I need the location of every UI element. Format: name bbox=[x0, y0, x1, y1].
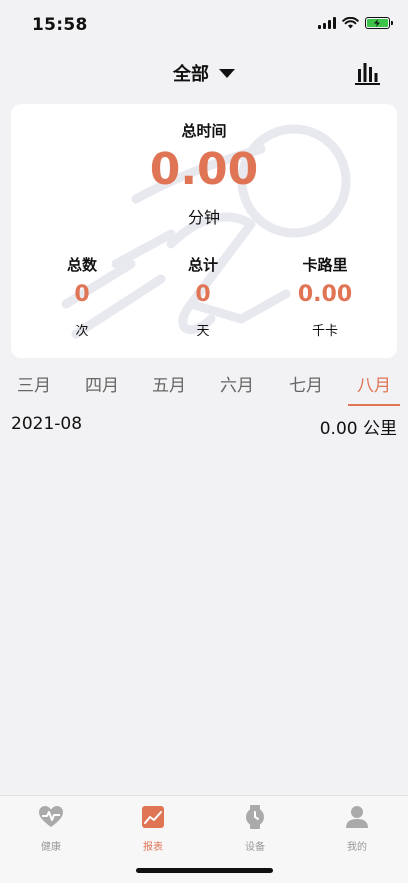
nav-item-profile[interactable]: 我的 bbox=[327, 804, 387, 853]
nav-label: 设备 bbox=[245, 842, 265, 853]
heart-pulse-icon bbox=[39, 806, 63, 827]
stat-unit: 千卡 bbox=[311, 324, 338, 339]
home-indicator bbox=[136, 868, 273, 873]
caret-down-icon bbox=[219, 68, 235, 78]
bar-chart-icon[interactable] bbox=[354, 60, 380, 86]
tab-march[interactable]: 三月 bbox=[6, 372, 62, 406]
stat-unit: 次 bbox=[75, 324, 89, 339]
stat-value: 0 bbox=[195, 282, 211, 307]
total-time-label: 总时间 bbox=[181, 122, 227, 140]
tab-august[interactable]: 八月 bbox=[346, 372, 402, 406]
stat-label: 卡路里 bbox=[302, 256, 348, 274]
record-date: 2021-08 bbox=[11, 414, 83, 434]
status-icons bbox=[318, 17, 393, 29]
cellular-signal-icon bbox=[318, 17, 336, 29]
stat-label: 总计 bbox=[187, 256, 218, 274]
status-time: 15:58 bbox=[32, 15, 88, 35]
tab-may[interactable]: 五月 bbox=[141, 372, 197, 406]
total-time-value: 0.00 bbox=[149, 144, 259, 195]
header: 全部 bbox=[0, 56, 408, 92]
nav-label: 我的 bbox=[347, 842, 367, 853]
filter-label: 全部 bbox=[173, 64, 209, 85]
stat-label: 总数 bbox=[66, 256, 97, 274]
nav-label: 报表 bbox=[143, 842, 163, 853]
stat-unit: 天 bbox=[196, 324, 210, 339]
profile-icon bbox=[346, 806, 368, 828]
tab-april[interactable]: 四月 bbox=[74, 372, 130, 406]
record-distance: 0.00 公里 bbox=[319, 419, 397, 439]
summary-card: 总时间 0.00 分钟 总数 0 次 总计 0 天 卡路里 0.00 千卡 bbox=[11, 104, 397, 358]
tab-june[interactable]: 六月 bbox=[209, 372, 265, 406]
battery-icon bbox=[365, 17, 393, 29]
wifi-icon bbox=[342, 17, 359, 29]
tab-july[interactable]: 七月 bbox=[278, 372, 334, 406]
stat-value: 0.00 bbox=[297, 282, 353, 307]
total-time-unit: 分钟 bbox=[187, 208, 220, 227]
report-chart-icon bbox=[142, 806, 164, 828]
nav-item-device[interactable]: 设备 bbox=[225, 804, 285, 853]
status-bar: 15:58 bbox=[0, 0, 408, 50]
filter-dropdown[interactable]: 全部 bbox=[0, 60, 408, 86]
nav-item-report[interactable]: 报表 bbox=[123, 804, 183, 853]
list-item[interactable]: 2021-08 0.00 公里 bbox=[11, 414, 397, 439]
nav-item-health[interactable]: 健康 bbox=[21, 804, 81, 853]
stat-calories: 卡路里 0.00 千卡 bbox=[265, 254, 385, 339]
watch-icon bbox=[246, 805, 264, 829]
month-tabs: 三月 四月 五月 六月 七月 八月 bbox=[0, 372, 408, 410]
stat-days: 总计 0 天 bbox=[143, 254, 263, 339]
stat-value: 0 bbox=[74, 282, 90, 307]
stat-count: 总数 0 次 bbox=[22, 254, 142, 339]
nav-label: 健康 bbox=[41, 842, 61, 853]
